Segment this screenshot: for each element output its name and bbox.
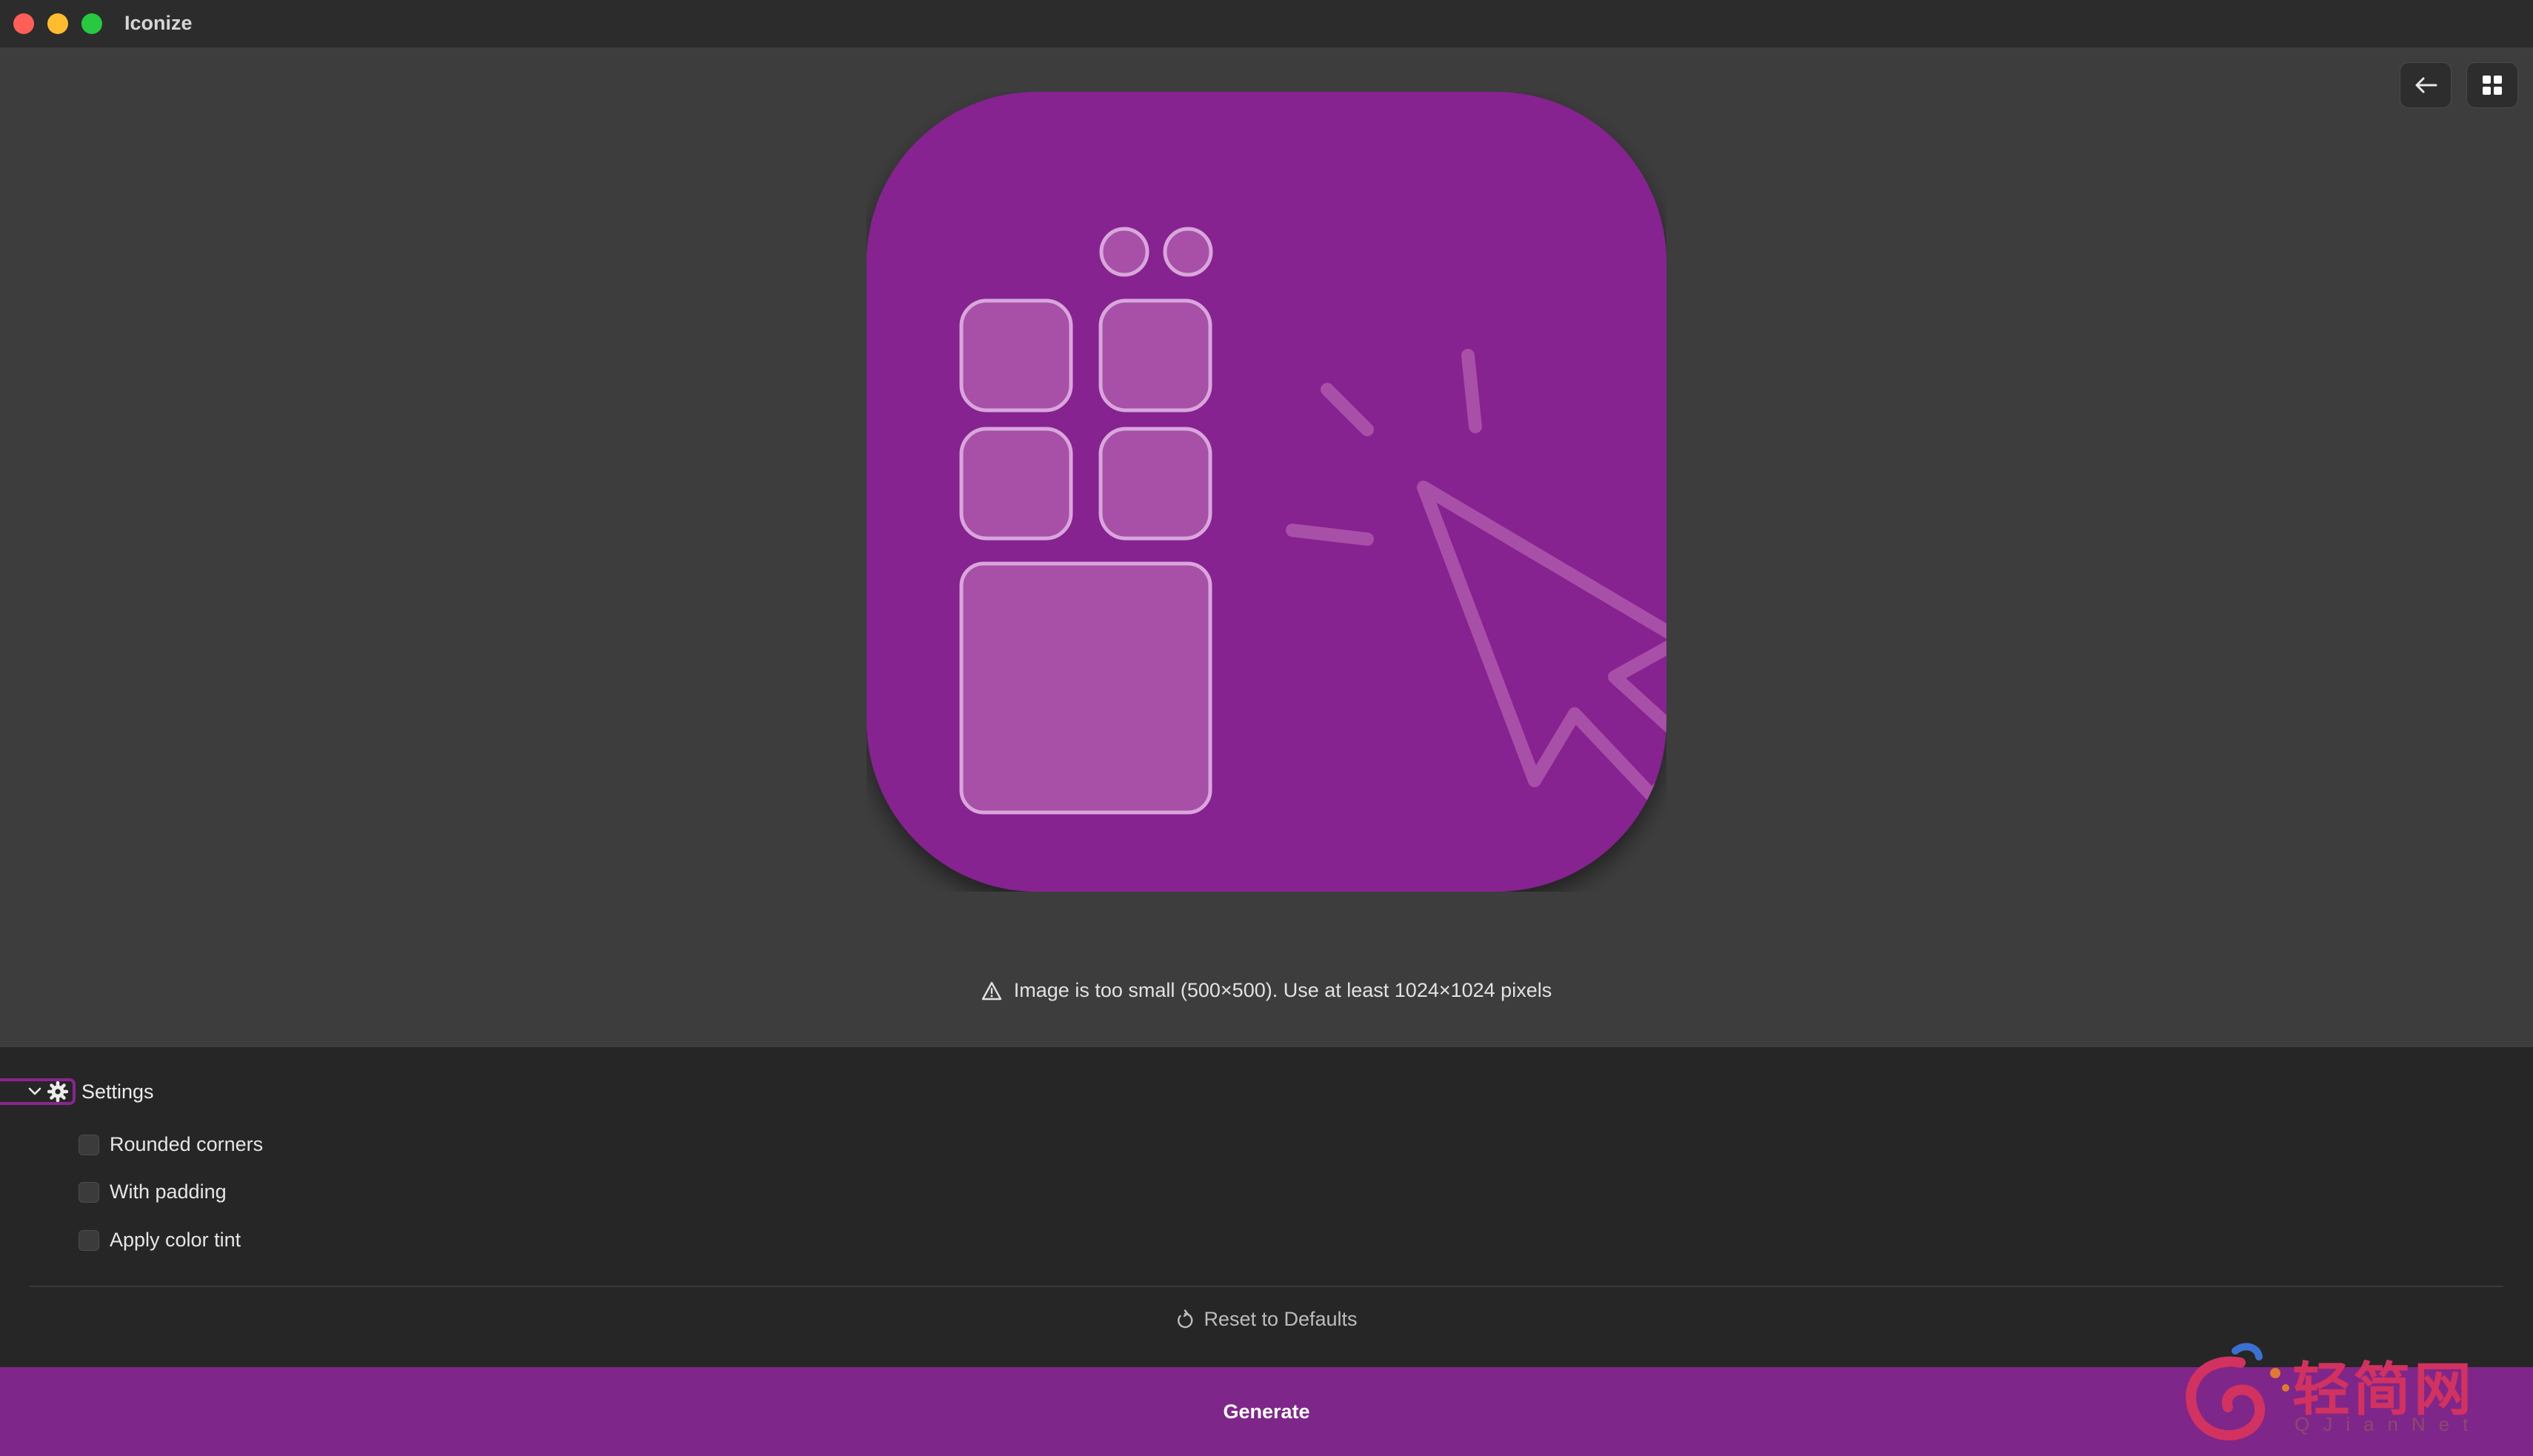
reset-to-defaults-button[interactable]: Reset to Defaults: [0, 1308, 2533, 1331]
option-with-padding[interactable]: With padding: [79, 1181, 227, 1203]
divider: [30, 1286, 2503, 1287]
option-label: With padding: [110, 1181, 227, 1203]
gear-icon: [47, 1081, 68, 1102]
rounded-corners-checkbox[interactable]: [79, 1134, 99, 1155]
reset-label: Reset to Defaults: [1204, 1308, 1358, 1330]
watermark-subtext: QJianNet: [2295, 1413, 2482, 1435]
image-size-warning: Image is too small (500×500). Use at lea…: [0, 979, 2533, 1002]
reset-icon: [1178, 1309, 1193, 1328]
large-tile-shape: [959, 561, 1212, 815]
option-label: Rounded corners: [110, 1133, 264, 1155]
option-rounded-corners[interactable]: Rounded corners: [79, 1133, 263, 1156]
tile-shape: [959, 298, 1073, 413]
option-apply-color-tint[interactable]: Apply color tint: [79, 1229, 241, 1252]
back-button[interactable]: [2400, 62, 2452, 108]
icon-preview-area: Image is too small (500×500). Use at lea…: [0, 47, 2533, 1047]
minimize-window-button[interactable]: [47, 13, 68, 34]
app-window: Iconize Image is too small (500×500). Us…: [0, 0, 2533, 1456]
apply-color-tint-checkbox[interactable]: [79, 1229, 99, 1251]
grid-icon: [2483, 76, 2502, 95]
app-icon-preview: [867, 92, 1666, 892]
with-padding-checkbox[interactable]: [79, 1181, 99, 1203]
watermark: 轻简网 QJianNet: [2170, 1340, 2511, 1452]
grid-view-button[interactable]: [2466, 62, 2518, 108]
arrow-left-icon: [2415, 77, 2437, 93]
settings-title: Settings: [81, 1080, 154, 1103]
generate-button[interactable]: Generate: [0, 1367, 2533, 1456]
option-label: Apply color tint: [110, 1229, 241, 1251]
warning-text: Image is too small (500×500). Use at lea…: [1013, 979, 1552, 1001]
settings-toggle[interactable]: [0, 1078, 76, 1105]
settings-panel: Settings Rounded corners With padding Ap…: [0, 1047, 2533, 1367]
maximize-window-button[interactable]: [81, 13, 102, 34]
warning-triangle-icon: [981, 981, 1001, 1000]
title-bar: Iconize: [0, 0, 2533, 48]
settings-disclosure[interactable]: Settings: [0, 1077, 154, 1106]
chevron-down-icon: [28, 1087, 41, 1095]
tile-shape: [959, 427, 1073, 541]
small-dot-shape: [1163, 227, 1213, 277]
tile-shape: [1098, 427, 1212, 541]
small-dot-shape: [1099, 227, 1149, 277]
close-window-button[interactable]: [13, 13, 34, 34]
generate-label: Generate: [1223, 1400, 1310, 1423]
tile-shape: [1098, 298, 1212, 413]
watermark-logo-icon: [2186, 1343, 2289, 1440]
window-title: Iconize: [124, 12, 193, 34]
